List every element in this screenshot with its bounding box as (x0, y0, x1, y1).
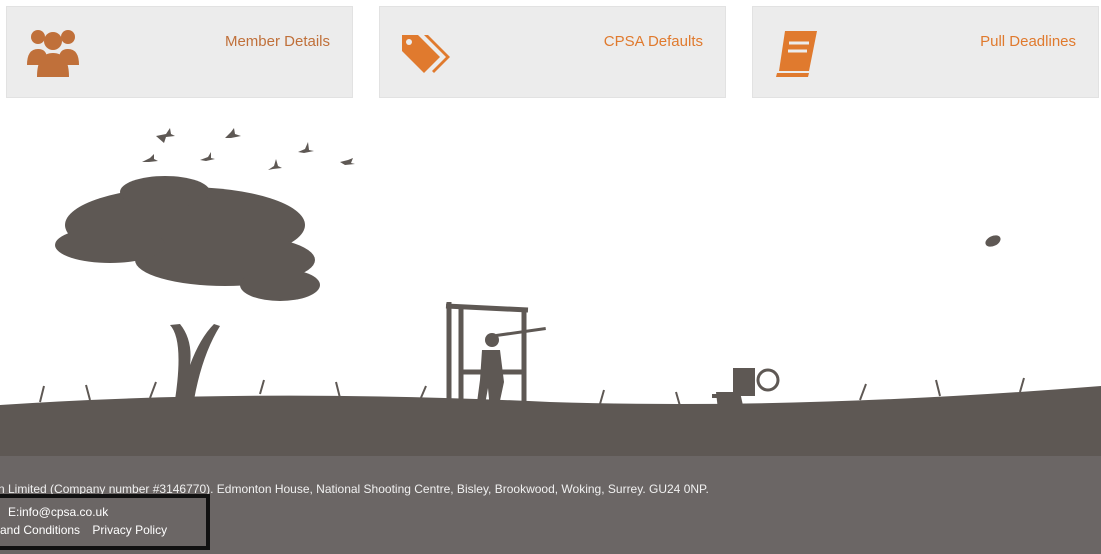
cpsa-defaults-card[interactable]: CPSA Defaults (379, 6, 726, 98)
footer: n Limited (Company number #3146770). Edm… (0, 456, 1101, 554)
book-icon (771, 25, 827, 81)
birds-icon (142, 128, 355, 170)
privacy-policy-link[interactable]: Privacy Policy (92, 523, 167, 537)
pull-deadlines-label[interactable]: Pull Deadlines (980, 33, 1076, 50)
contact-links-box: E:info@cpsa.co.uk and Conditions Privacy… (0, 494, 210, 550)
users-icon (25, 25, 81, 81)
footer-links: and Conditions Privacy Policy (0, 523, 176, 537)
member-details-label[interactable]: Member Details (225, 33, 330, 50)
clay-target-icon (985, 235, 1001, 247)
shooter-icon (476, 327, 546, 410)
terms-link[interactable]: and Conditions (0, 523, 80, 537)
tree-icon (55, 176, 320, 400)
email-link[interactable]: E:info@cpsa.co.uk (8, 505, 108, 519)
shooting-landscape-illustration (0, 128, 1101, 460)
pull-deadlines-card[interactable]: Pull Deadlines (752, 6, 1099, 98)
member-details-card[interactable]: Member Details (6, 6, 353, 98)
cpsa-defaults-label[interactable]: CPSA Defaults (604, 33, 703, 50)
tags-icon (398, 25, 454, 81)
